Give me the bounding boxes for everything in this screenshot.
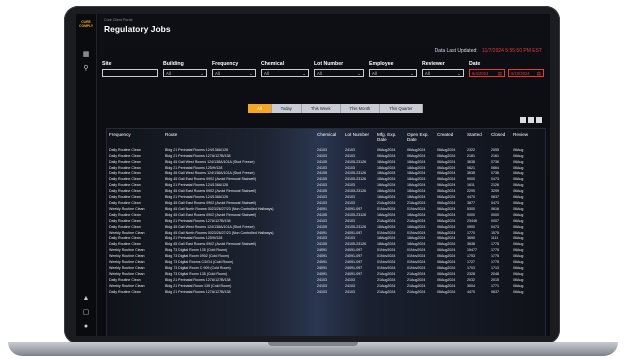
frequency-filter-value: All: [215, 71, 220, 76]
table-cell: 24103: [317, 289, 327, 294]
filter-label-employee: Employee: [369, 61, 394, 67]
search-icon[interactable]: ⚲: [81, 64, 91, 74]
tab-this-quarter[interactable]: This Quarter: [380, 104, 423, 113]
table-cell: Daily Routine Clean: [109, 289, 141, 294]
chevron-down-icon: ⌄: [410, 71, 414, 76]
sidebar: CURE COMPLY ▦ ⚲ ▲ ▢ ●: [76, 14, 97, 336]
filter-label-frequency: Frequency: [212, 61, 239, 67]
column-header[interactable]: Frequency: [107, 129, 163, 148]
frequency-filter[interactable]: All ⌄: [212, 69, 256, 77]
table-body: Daily Routine Clean Bldg 21 Perinatal Roo…: [107, 148, 545, 296]
column-header[interactable]: Route: [163, 129, 315, 148]
date-range-tabs: All Today This Week This Month This Quar…: [248, 104, 423, 113]
employee-filter[interactable]: All ⌄: [369, 69, 417, 77]
table-cell: 0637: [491, 289, 499, 294]
table-cell: 21Aug2024: [407, 289, 426, 294]
lot-number-filter[interactable]: All ⌄: [314, 69, 364, 77]
date-from-value: 6/4/2024: [472, 71, 489, 76]
date-to-value: 6/10/2024: [511, 71, 530, 76]
column-header[interactable]: Open Exp. Date: [405, 129, 435, 148]
chemical-filter-value: All: [264, 71, 269, 76]
expand-button[interactable]: [536, 117, 542, 123]
filter-label-date: Date: [469, 61, 481, 67]
reviewer-filter-value: All: [425, 71, 430, 76]
table-cell: 06Aug2024: [437, 289, 456, 294]
grid-icon[interactable]: ▦: [81, 50, 91, 60]
column-header[interactable]: Review: [511, 129, 545, 148]
table-cell: 24103: [345, 289, 355, 294]
breadcrumb: Cure Client Portal: [104, 18, 133, 22]
table-controls: [520, 117, 542, 123]
column-header[interactable]: Created: [435, 129, 465, 148]
laptop-notch: [268, 342, 358, 346]
jobs-table: Frequency Route Chemical Lot Number Mfg.…: [107, 129, 545, 295]
bell-icon[interactable]: ▲: [81, 294, 91, 304]
tab-this-week[interactable]: This Week: [301, 104, 341, 113]
column-header[interactable]: Lot Number: [343, 129, 375, 148]
chevron-down-icon: ⌄: [357, 71, 361, 76]
main-content: Cure Client Portal Regulatory Jobs Data …: [100, 14, 548, 336]
chevron-down-icon: ⌄: [457, 71, 461, 76]
building-filter[interactable]: All ⌄: [163, 69, 207, 77]
last-updated-label: Data Last Updated:: [434, 48, 478, 54]
tab-today[interactable]: Today: [271, 104, 302, 113]
last-updated: Data Last Updated: 11/7/2024 5:55:50 PM …: [435, 48, 542, 54]
site-filter[interactable]: [102, 69, 158, 77]
reviewer-filter[interactable]: All ⌄: [422, 69, 464, 77]
prev-page-button[interactable]: [520, 117, 526, 123]
app-screen: CURE COMPLY ▦ ⚲ ▲ ▢ ● Cure Client Portal …: [76, 14, 550, 336]
table-row[interactable]: Daily Routine Clean Bldg 21 Perinatal Roo…: [107, 290, 545, 296]
building-filter-value: All: [166, 71, 171, 76]
table-cell: 4470: [467, 289, 475, 294]
user-icon[interactable]: ●: [81, 322, 91, 332]
last-updated-value: 11/7/2024 5:55:50 PM EST: [482, 48, 542, 54]
page-title: Regulatory Jobs: [104, 24, 171, 34]
employee-filter-value: All: [372, 71, 377, 76]
filter-label-chemical: Chemical: [261, 61, 285, 67]
calendar-icon[interactable]: ▤: [537, 70, 541, 78]
column-header[interactable]: Started: [465, 129, 489, 148]
tab-all[interactable]: All: [248, 104, 272, 113]
filter-label-site: Site: [102, 61, 112, 67]
filter-label-lot-number: Lot Number: [314, 61, 344, 67]
date-to-field[interactable]: 6/10/2024 ▤: [508, 69, 544, 77]
tab-this-month[interactable]: This Month: [340, 104, 381, 113]
column-header[interactable]: Closed: [489, 129, 511, 148]
jobs-table-container[interactable]: Frequency Route Chemical Lot Number Mfg.…: [106, 128, 546, 336]
next-page-button[interactable]: [528, 117, 534, 123]
calendar-icon[interactable]: ▤: [498, 70, 502, 78]
chemical-filter[interactable]: All ⌄: [261, 69, 309, 77]
lot-number-filter-value: All: [317, 71, 322, 76]
document-icon[interactable]: ▢: [81, 308, 91, 318]
column-header[interactable]: Mfg. Exp. Date: [375, 129, 405, 148]
chevron-down-icon: ⌄: [302, 71, 306, 76]
column-header[interactable]: Chemical: [315, 129, 343, 148]
date-from-field[interactable]: 6/4/2024 ▤: [469, 69, 505, 77]
table-header-row: Frequency Route Chemical Lot Number Mfg.…: [107, 129, 545, 148]
filter-label-reviewer: Reviewer: [422, 61, 445, 67]
chevron-down-icon: ⌄: [200, 71, 204, 76]
filter-label-building: Building: [163, 61, 184, 67]
table-cell: Bldg 21 Perinatal Rooms 127A/127B/138: [165, 289, 231, 294]
table-cell: 06Aug: [513, 289, 524, 294]
chevron-down-icon: ⌄: [249, 71, 253, 76]
app-logo: CURE COMPLY: [79, 20, 94, 28]
table-cell: 21Aug2024: [377, 289, 396, 294]
